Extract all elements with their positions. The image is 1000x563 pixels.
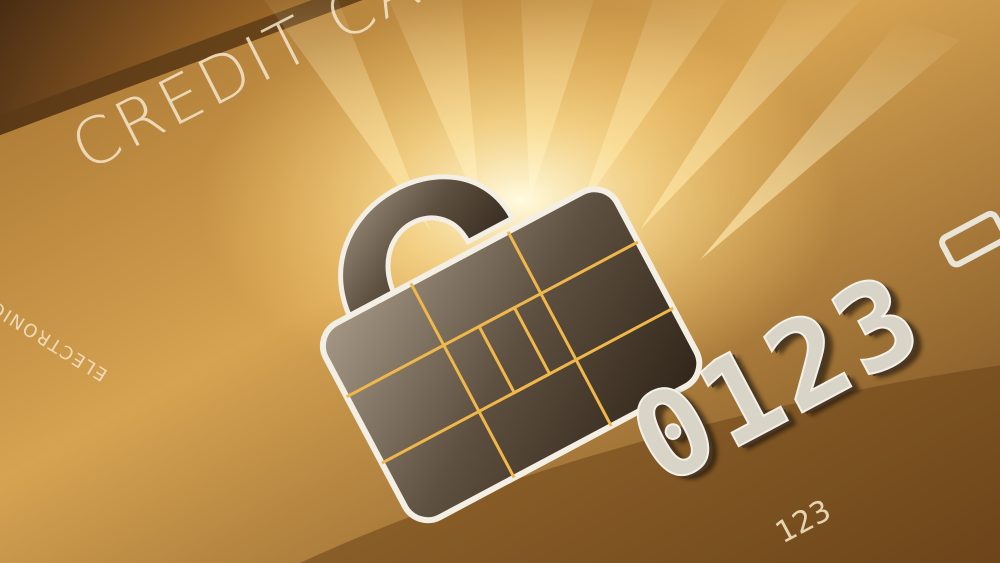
credit-card-scene: CREDIT CARD ELECTRONIC USE ONLY 0123 123 [0, 0, 1000, 563]
